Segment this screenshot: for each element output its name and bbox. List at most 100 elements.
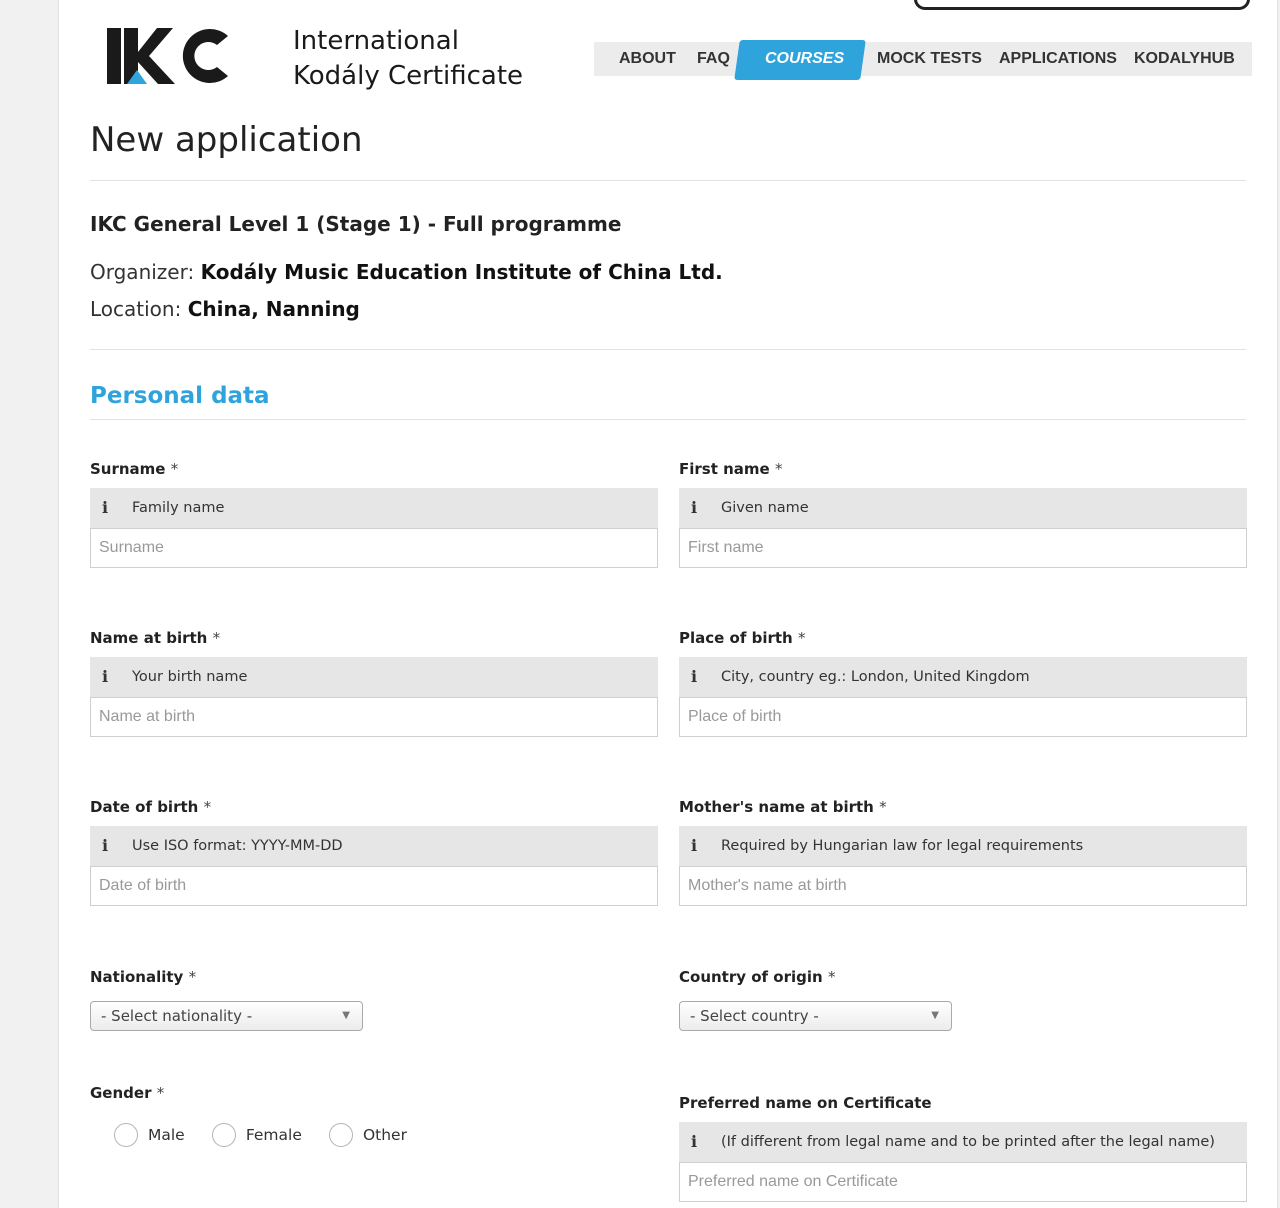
info-icon: i [690, 1132, 698, 1151]
hint-box: i Required by Hungarian law for legal re… [679, 826, 1247, 866]
field-country-of-origin: Country of origin * - Select country - ▼ [679, 967, 1247, 1031]
info-icon: i [690, 498, 698, 517]
field-label: First name * [679, 459, 1247, 479]
field-mothers-name: Mother's name at birth * i Required by H… [679, 797, 1247, 906]
required-mark: * [212, 629, 221, 647]
place-of-birth-input[interactable] [679, 697, 1247, 737]
gender-radio-group: Male Female Other [114, 1123, 658, 1151]
page-title: New application [90, 120, 363, 160]
logo-text: International Kodály Certificate [293, 24, 533, 94]
field-label: Name at birth * [90, 628, 658, 648]
first-name-label: First name [679, 460, 770, 478]
dropdown-arrow-icon: ▼ [342, 1010, 350, 1021]
gender-label: Gender [90, 1084, 152, 1102]
organizer-label: Organizer: [90, 260, 195, 284]
nav-item-mock-tests[interactable]: MOCK TESTS [877, 42, 982, 76]
hint-box: i City, country eg.: London, United King… [679, 657, 1247, 697]
required-mark: * [797, 629, 806, 647]
section-divider [90, 419, 1246, 420]
preferred-name-input[interactable] [679, 1162, 1247, 1202]
field-preferred-name: Preferred name on Certificate i (If diff… [679, 1093, 1247, 1202]
info-icon: i [101, 667, 109, 686]
hint-text: Use ISO format: YYYY-MM-DD [132, 838, 343, 854]
info-icon: i [101, 836, 109, 855]
mothers-name-label: Mother's name at birth [679, 798, 874, 816]
info-icon: i [690, 667, 698, 686]
gender-option-female[interactable]: Female [211, 1123, 302, 1147]
required-mark: * [879, 798, 887, 816]
field-label: Date of birth * [90, 797, 658, 817]
field-label: Nationality * [90, 967, 658, 987]
field-first-name: First name * i Given name [679, 459, 1247, 568]
page-container: International Kodály Certificate ABOUT F… [58, 0, 1278, 1208]
info-icon: i [101, 498, 109, 517]
info-icon: i [690, 836, 698, 855]
radio-button[interactable] [114, 1123, 138, 1147]
hint-box: i Use ISO format: YYYY-MM-DD [90, 826, 658, 866]
radio-button[interactable] [211, 1123, 236, 1147]
radio-button[interactable] [328, 1123, 353, 1147]
divider [90, 180, 1246, 181]
location-label: Location: [90, 297, 182, 321]
ikc-logo-mark [107, 28, 228, 84]
required-mark: * [203, 798, 212, 816]
gender-option-other[interactable]: Other [328, 1123, 407, 1147]
field-label: Preferred name on Certificate [679, 1093, 1247, 1113]
radio-label: Male [148, 1126, 185, 1144]
field-gender: Gender * Male Female Other [90, 1083, 658, 1151]
location-line: Location: China, Nanning [90, 297, 360, 321]
radio-label: Female [245, 1126, 302, 1144]
country-selected-value: - Select country - [690, 1007, 819, 1025]
main-nav: ABOUT FAQ COURSES MOCK TESTS APPLICATION… [594, 40, 1252, 80]
date-of-birth-input[interactable] [90, 866, 658, 906]
nav-item-about[interactable]: ABOUT [619, 42, 676, 76]
field-surname: Surname * i Family name [90, 459, 658, 568]
required-mark: * [827, 968, 836, 986]
place-of-birth-label: Place of birth [679, 629, 793, 647]
location-value: China, Nanning [187, 297, 360, 321]
nationality-selected-value: - Select nationality - [101, 1007, 253, 1025]
mothers-name-input[interactable] [679, 866, 1247, 906]
field-place-of-birth: Place of birth * i City, country eg.: Lo… [679, 628, 1247, 737]
nav-item-courses[interactable]: COURSES [765, 42, 844, 76]
nav-item-kodalyhub[interactable]: KODALYHUB [1134, 42, 1235, 76]
field-name-at-birth: Name at birth * i Your birth name [90, 628, 658, 737]
field-label: Place of birth * [679, 628, 1247, 648]
dropdown-arrow-icon: ▼ [931, 1010, 939, 1021]
logo-line-1: International [293, 26, 459, 56]
top-search-bar[interactable] [914, 0, 1250, 10]
name-at-birth-label: Name at birth [90, 629, 208, 647]
country-of-origin-label: Country of origin [679, 968, 823, 986]
hint-box: i Family name [90, 488, 658, 528]
site-logo[interactable]: International Kodály Certificate [107, 22, 523, 92]
hint-box: i (If different from legal name and to b… [679, 1122, 1247, 1162]
required-mark: * [170, 460, 179, 478]
required-mark: * [188, 968, 197, 986]
hint-text: Given name [721, 500, 809, 516]
country-select[interactable]: - Select country - ▼ [679, 1001, 952, 1031]
nav-item-faq[interactable]: FAQ [697, 42, 730, 76]
field-nationality: Nationality * - Select nationality - ▼ [90, 967, 658, 1031]
required-mark: * [774, 460, 783, 478]
name-at-birth-input[interactable] [90, 697, 658, 737]
first-name-input[interactable] [679, 528, 1247, 568]
hint-box: i Your birth name [90, 657, 658, 697]
hint-text: Family name [132, 500, 225, 516]
preferred-name-label: Preferred name on Certificate [679, 1094, 932, 1112]
field-label: Surname * [90, 459, 658, 479]
hint-text: City, country eg.: London, United Kingdo… [721, 669, 1030, 685]
hint-box: i Given name [679, 488, 1247, 528]
field-label: Gender * [90, 1083, 658, 1103]
gender-option-male[interactable]: Male [114, 1123, 185, 1147]
surname-input[interactable] [90, 528, 658, 568]
organizer-value: Kodály Music Education Institute of Chin… [200, 260, 723, 284]
hint-text: (If different from legal name and to be … [721, 1134, 1215, 1150]
field-date-of-birth: Date of birth * i Use ISO format: YYYY-M… [90, 797, 658, 906]
nationality-select[interactable]: - Select nationality - ▼ [90, 1001, 363, 1031]
surname-label: Surname [90, 460, 166, 478]
required-mark: * [156, 1084, 165, 1102]
nav-item-applications[interactable]: APPLICATIONS [999, 42, 1117, 76]
field-label: Country of origin * [679, 967, 1247, 987]
field-label: Mother's name at birth * [679, 797, 1247, 817]
logo-line-2: Kodály Certificate [293, 61, 524, 91]
